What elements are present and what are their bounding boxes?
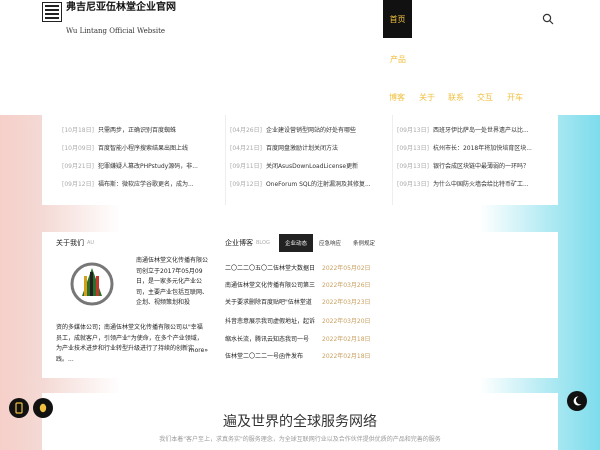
blog-row[interactable]: 南通伍林堂文化传播有限公司第三 2022年03月26日: [225, 275, 425, 293]
search-icon[interactable]: [542, 13, 554, 25]
blog-date: 2022年02月18日: [322, 352, 371, 360]
services-section: 遍及世界的全球服务网络 我们本着"客户至上，求真务实"的服务理念，为全球互联网行…: [42, 393, 558, 450]
news-title[interactable]: 企业建设营销型网站的好处有哪些: [266, 125, 356, 134]
news-item[interactable]: [09月12日] OneForum SQL的注射漏洞及其修复...: [230, 174, 390, 192]
company-logo-image: [70, 262, 114, 306]
nav-home[interactable]: 首页: [383, 0, 412, 38]
nav-item-interact[interactable]: 交互: [477, 92, 493, 103]
nav-item-about[interactable]: 关于: [419, 92, 435, 103]
news-date: [09月12日]: [230, 180, 262, 188]
news-date: [09月13日]: [397, 162, 429, 170]
news-item[interactable]: [04月21日] 百度网盘激励计划关闭方法: [230, 138, 390, 156]
news-date: [09月13日]: [397, 180, 429, 188]
news-title[interactable]: 百度网盘激励计划关闭方法: [266, 143, 338, 152]
blog-date: 2022年05月02日: [322, 264, 371, 272]
blog-date: 2022年03月26日: [322, 281, 371, 289]
about-heading: 关于我们 AU: [56, 232, 94, 254]
blog-title[interactable]: 伍林堂二〇二二一号函件发布: [225, 351, 320, 360]
logo-icon[interactable]: [42, 2, 62, 22]
nav-item-drive[interactable]: 开车: [507, 92, 523, 103]
news-title[interactable]: 福布斯：微软应学谷歌更名，成为...: [98, 179, 194, 188]
news-date: [10月18日]: [62, 126, 94, 134]
nav-item-products[interactable]: 产品: [390, 54, 406, 65]
phone-button[interactable]: [9, 398, 29, 418]
nav-item-contact[interactable]: 联系: [448, 92, 464, 103]
blog-date: 2022年03月20日: [322, 317, 371, 325]
blog-title[interactable]: 缩水长流，腾讯云知态我司一号: [225, 334, 320, 343]
blog-title[interactable]: 关于要求删除百度贴吧"伍林堂道: [225, 297, 320, 306]
news-title[interactable]: 犯罪嫌疑人篡改PHPstudy源码，非...: [98, 161, 198, 170]
news-item[interactable]: [09月13日] 西班牙伊比萨岛一处世界遗产以比...: [397, 120, 557, 138]
news-date: [09月13日]: [397, 126, 429, 134]
phone-icon: [15, 402, 23, 414]
nav-item-blog[interactable]: 博客: [389, 92, 405, 103]
news-title[interactable]: 银行会成区块链中最薄弱的一环吗？: [433, 161, 529, 170]
news-column: [04月26日] 企业建设营销型网站的好处有哪些 [04月21日] 百度网盘激励计划…: [230, 120, 390, 192]
services-subtitle: 我们本着"客户至上，求真务实"的服务理念，为全球互联网行业以及合作伙伴提供优质的…: [159, 436, 441, 443]
blog-title[interactable]: 二〇二二〇五〇二伍林堂大数据日: [225, 263, 320, 272]
dark-mode-button[interactable]: [567, 391, 587, 411]
blog-row[interactable]: 抖音悲意展示我司虚假地址，起诉 2022年03月20日: [225, 311, 425, 329]
news-date: [04月26日]: [230, 126, 262, 134]
about-heading-text: 关于我们: [56, 239, 84, 247]
news-date: [09月21日]: [62, 162, 94, 170]
about-text-side: 南通伍林堂文化传播有限公司创立于2017年05月09日，是一家多元化产业公司，主…: [136, 257, 209, 306]
divider: [392, 115, 393, 205]
news-section: [10月18日] 只需两步，正确识别百度蜘蛛 [10月09日] 百度智能小程序搜索结…: [42, 115, 558, 205]
news-item[interactable]: [09月12日] 福布斯：微软应学谷歌更名，成为...: [62, 174, 232, 192]
news-item[interactable]: [10月18日] 只需两步，正确识别百度蜘蛛: [62, 120, 232, 138]
news-title[interactable]: 百度智能小程序搜索结果出图上线: [98, 143, 188, 152]
blog-row[interactable]: 二〇二二〇五〇二伍林堂大数据日 2022年05月02日: [225, 258, 425, 276]
blog-row[interactable]: 缩水长流，腾讯云知态我司一号 2022年02月18日: [225, 329, 425, 347]
news-date: [04月21日]: [230, 144, 262, 152]
blog-date: 2022年03月23日: [322, 298, 371, 306]
news-date: [09月11日]: [230, 162, 262, 170]
news-item[interactable]: [09月21日] 犯罪嫌疑人篡改PHPstudy源码，非...: [62, 156, 232, 174]
divider: [225, 115, 226, 205]
header: 弗吉尼亚伍林堂企业官网 Wu Lintang Official Website …: [0, 0, 600, 115]
news-column: [10月18日] 只需两步，正确识别百度蜘蛛 [10月09日] 百度智能小程序搜索结…: [62, 120, 232, 192]
blog-date: 2022年02月18日: [322, 335, 371, 343]
tab-emergency[interactable]: 应急响应: [313, 234, 347, 252]
news-title[interactable]: 杭州市长：2018年将加快培育区块...: [433, 143, 532, 152]
services-title: 遍及世界的全球服务网络: [223, 414, 377, 430]
moon-icon: [573, 396, 582, 406]
news-title[interactable]: 西班牙伊比萨岛一处世界遗产以比...: [433, 125, 529, 134]
qq-icon: [39, 403, 47, 413]
blog-row[interactable]: 关于要求删除百度贴吧"伍林堂道 2022年03月23日: [225, 292, 425, 310]
news-item[interactable]: [09月11日] 关闭AsusDownLoadLicense更新: [230, 156, 390, 174]
blog-panel: 企业博客 BLOG 企业动态 应急响应 条例规定 二〇二二〇五〇二伍林堂大数据日…: [215, 232, 558, 378]
qq-button[interactable]: [33, 398, 53, 418]
blog-title[interactable]: 抖音悲意展示我司虚假地址，起诉: [225, 316, 320, 325]
news-title[interactable]: 只需两步，正确识别百度蜘蛛: [98, 125, 176, 134]
news-title[interactable]: 关闭AsusDownLoadLicense更新: [266, 161, 358, 170]
about-more-link[interactable]: more»: [189, 347, 208, 354]
news-date: [09月12日]: [62, 180, 94, 188]
news-item[interactable]: [10月09日] 百度智能小程序搜索结果出图上线: [62, 138, 232, 156]
site-title[interactable]: 弗吉尼亚伍林堂企业官网: [66, 2, 176, 14]
news-item[interactable]: [09月13日] 为什么中国防火墙会给比特币矿工...: [397, 174, 557, 192]
news-item[interactable]: [09月13日] 杭州市长：2018年将加快培育区块...: [397, 138, 557, 156]
blog-title[interactable]: 南通伍林堂文化传播有限公司第三: [225, 280, 320, 289]
blog-heading-en: BLOG: [256, 240, 270, 246]
news-item[interactable]: [04月26日] 企业建设营销型网站的好处有哪些: [230, 120, 390, 138]
news-date: [09月13日]: [397, 144, 429, 152]
news-title[interactable]: OneForum SQL的注射漏洞及其修复...: [266, 179, 371, 188]
news-title[interactable]: 为什么中国防火墙会给比特币矿工...: [433, 179, 529, 188]
about-text-full: 资的多媒体公司；南通伍林堂文化传播有限公司以"幸福员工，成就客户，引领产业"为使…: [56, 324, 203, 363]
news-column: [09月13日] 西班牙伊比萨岛一处世界遗产以比... [09月13日] 杭州市长：…: [397, 120, 557, 192]
tab-company-news[interactable]: 企业动态: [279, 234, 314, 252]
about-heading-en: AU: [87, 240, 95, 246]
tab-regulations[interactable]: 条例规定: [347, 234, 381, 252]
blog-heading-text: 企业博客: [225, 239, 253, 247]
blog-tabs: 企业动态 应急响应 条例规定: [279, 234, 381, 252]
blog-heading: 企业博客 BLOG: [225, 232, 270, 254]
about-panel: 关于我们 AU 南通伍林堂文化传播有限公司创立于2017年05月09日，是一家多…: [42, 232, 210, 378]
news-item[interactable]: [09月13日] 银行会成区块链中最薄弱的一环吗？: [397, 156, 557, 174]
site-subtitle: Wu Lintang Official Website: [66, 27, 166, 35]
news-date: [10月09日]: [62, 144, 94, 152]
blog-row[interactable]: 伍林堂二〇二二一号函件发布 2022年02月18日: [225, 346, 425, 364]
